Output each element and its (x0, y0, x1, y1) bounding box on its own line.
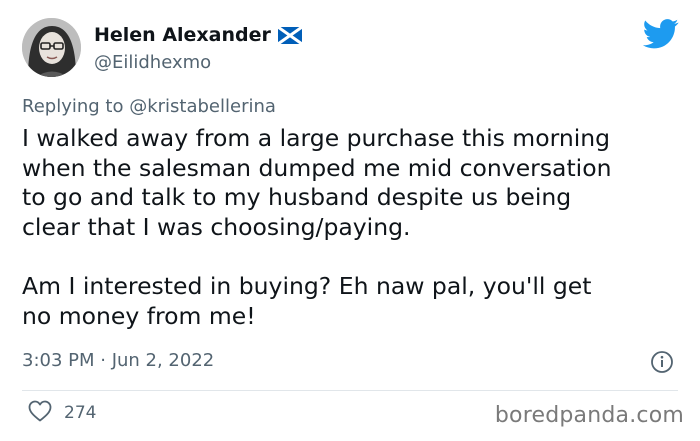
tweet-line: clear that I was choosing/paying. (22, 212, 411, 241)
tweet-line: I walked away from a large purchase this… (22, 124, 611, 152)
avatar[interactable] (22, 18, 81, 77)
divider (22, 390, 678, 391)
author-name[interactable]: Helen Alexander (94, 23, 303, 50)
watermark: boredpanda.com (494, 403, 684, 428)
like-count: 274 (64, 403, 97, 423)
reply-mention-link[interactable]: @kristabellerina (129, 96, 276, 117)
tweet-line: no money from me! (22, 301, 256, 330)
profile-photo (22, 18, 81, 77)
tweet-line: to go and talk to my husband despite us … (22, 183, 572, 211)
tweet-line: Am I interested in buying? Eh naw pal, y… (22, 272, 592, 300)
twitter-bird-icon[interactable] (642, 19, 679, 53)
author-display-name[interactable]: Helen Alexander (94, 24, 271, 46)
heart-icon[interactable] (28, 400, 52, 426)
author-handle[interactable]: @Eilidhexmo (94, 52, 211, 74)
reply-context: Replying to @kristabellerina (22, 96, 276, 118)
like-button[interactable]: 274 (28, 400, 96, 426)
scotland-flag-icon (277, 25, 303, 50)
tweet-line: when the salesman dumped me mid conversa… (22, 153, 612, 182)
tweet-timestamp[interactable]: 3:03 PM · Jun 2, 2022 (22, 350, 214, 372)
info-icon[interactable] (650, 350, 674, 378)
tweet-text: I walked away from a large purchase this… (22, 124, 682, 331)
reply-prefix: Replying to (22, 96, 124, 117)
